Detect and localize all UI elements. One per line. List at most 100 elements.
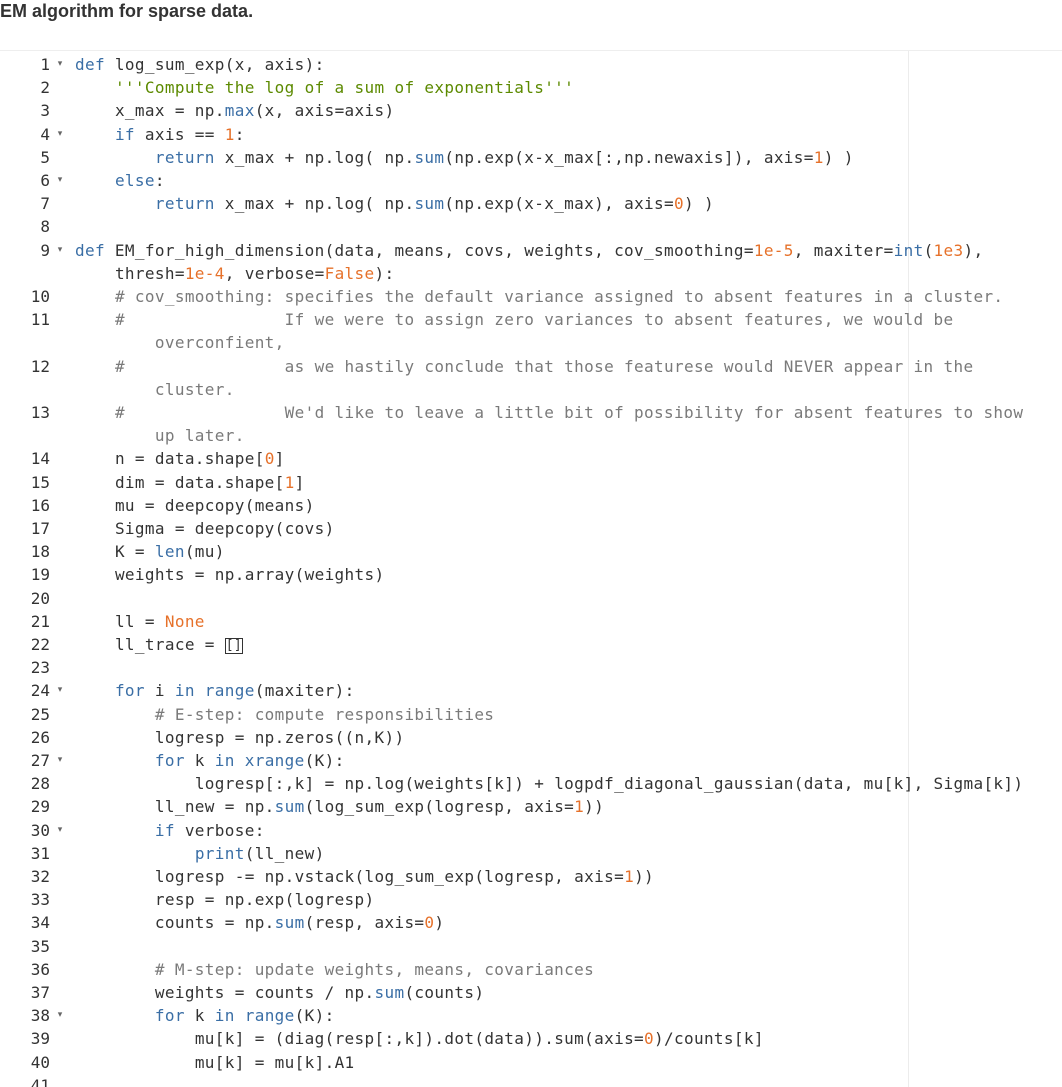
code-keyword: in bbox=[174, 681, 195, 701]
code-text: k bbox=[184, 751, 215, 770]
code-comment: # cov_smoothing: specifies the default v… bbox=[114, 287, 1004, 306]
code-text: Sigma = deepcopy(covs) bbox=[114, 519, 335, 538]
code-line[interactable]: resp = np.exp(logresp) bbox=[155, 888, 375, 911]
code-literal: False bbox=[324, 263, 375, 283]
code-comment: # M-step: update weights, means, covaria… bbox=[154, 959, 595, 979]
code-line[interactable]: logresp -= np.vstack(log_sum_exp(logresp… bbox=[155, 865, 654, 888]
code-line[interactable]: mu[k] = (diag(resp[:,k]).dot(data)).sum(… bbox=[195, 1027, 764, 1050]
page-title-text: EM algorithm for sparse data bbox=[0, 1, 249, 21]
code-line[interactable]: if axis == 1: bbox=[115, 123, 245, 146]
code-text: logresp[:,k] = np.log(weights[k]) + logp… bbox=[194, 774, 1024, 794]
code-line[interactable]: return x_max + np.log( np.sum(np.exp(x-x… bbox=[155, 146, 854, 169]
code-comment: # E-step: compute responsibilities bbox=[154, 704, 495, 724]
code-text: (K): bbox=[304, 751, 345, 770]
code-line[interactable]: logresp = np.zeros((n,K)) bbox=[155, 726, 405, 749]
code-line[interactable]: counts = np.sum(resp, axis=0) bbox=[155, 911, 445, 934]
code-line[interactable]: def EM_for_high_dimension(data, means, c… bbox=[75, 239, 983, 262]
line-number: 37 bbox=[30, 983, 50, 1002]
chevron-down-icon[interactable]: ▾ bbox=[54, 123, 66, 146]
code-line[interactable]: dim = data.shape[1] bbox=[115, 471, 305, 494]
code-line[interactable]: else: bbox=[115, 169, 165, 192]
code-line[interactable]: ll_new = np.sum(log_sum_exp(logresp, axi… bbox=[155, 795, 604, 818]
code-line[interactable]: # as we hastily conclude that those feat… bbox=[115, 355, 974, 378]
code-line[interactable]: # cov_smoothing: specifies the default v… bbox=[115, 285, 1003, 308]
code-line[interactable]: print(ll_new) bbox=[195, 842, 325, 865]
code-text: x_max + np.log( np. bbox=[214, 194, 415, 214]
code-line[interactable]: up later. bbox=[155, 424, 245, 447]
code-line[interactable]: weights = np.array(weights) bbox=[115, 563, 385, 586]
code-text: n = data.shape[ bbox=[114, 449, 265, 469]
code-line[interactable]: weights = counts / np.sum(counts) bbox=[155, 981, 484, 1004]
code-text: , verbose= bbox=[224, 263, 325, 283]
chevron-down-icon[interactable]: ▾ bbox=[54, 679, 66, 702]
code-literal: None bbox=[164, 611, 205, 631]
code-line[interactable]: Sigma = deepcopy(covs) bbox=[115, 517, 335, 540]
code-line[interactable]: def log_sum_exp(x, axis): bbox=[75, 53, 325, 76]
code-line[interactable]: thresh=1e-4, verbose=False): bbox=[115, 262, 395, 285]
code-line[interactable]: mu[k] = mu[k].A1 bbox=[195, 1051, 355, 1074]
code-text: log_sum_exp(x, axis): bbox=[104, 55, 325, 74]
line-number: 9 bbox=[40, 240, 50, 260]
code-line[interactable]: logresp[:,k] = np.log(weights[k]) + logp… bbox=[195, 772, 1024, 795]
code-line[interactable]: x_max = np.max(x, axis=axis) bbox=[115, 99, 395, 122]
line-number: 38 bbox=[30, 1006, 50, 1026]
page-title: EM algorithm for sparse data. bbox=[0, 0, 253, 24]
code-text: (log_sum_exp(logresp, axis= bbox=[304, 797, 575, 817]
code-builtin: range bbox=[244, 1006, 295, 1026]
code-text: ( bbox=[923, 240, 934, 260]
code-text: , maxiter= bbox=[793, 240, 894, 260]
code-keyword: for bbox=[154, 1006, 185, 1026]
line-number: 39 bbox=[30, 1029, 50, 1049]
code-builtin: xrange bbox=[244, 751, 305, 770]
code-line[interactable]: cluster. bbox=[155, 378, 235, 401]
chevron-down-icon[interactable]: ▾ bbox=[54, 239, 66, 262]
chevron-down-icon[interactable]: ▾ bbox=[54, 53, 66, 76]
code-text: x_max + np.log( np. bbox=[214, 147, 415, 167]
line-number: 30 bbox=[30, 820, 50, 840]
code-line[interactable]: # E-step: compute responsibilities bbox=[155, 703, 494, 726]
code-line[interactable]: for k in range(K): bbox=[155, 1004, 335, 1027]
code-text: (resp, axis= bbox=[304, 913, 425, 933]
code-text: thresh= bbox=[114, 263, 185, 283]
code-line[interactable]: '''Compute the log of a sum of exponenti… bbox=[115, 76, 574, 99]
code-line[interactable]: for k in xrange(K): bbox=[155, 749, 345, 772]
code-literal: 0 bbox=[644, 1029, 655, 1049]
chevron-down-icon[interactable]: ▾ bbox=[54, 749, 66, 772]
code-line[interactable]: mu = deepcopy(means) bbox=[115, 494, 315, 517]
chevron-down-icon[interactable]: ▾ bbox=[54, 819, 66, 842]
code-keyword: if bbox=[114, 124, 135, 144]
code-line[interactable]: ll = None bbox=[115, 610, 205, 633]
code-line[interactable]: if verbose: bbox=[155, 819, 265, 842]
code-text: ll = bbox=[114, 611, 165, 631]
line-number: 40 bbox=[30, 1052, 50, 1072]
code-text: dim = data.shape[ bbox=[114, 472, 285, 492]
code-line[interactable]: n = data.shape[0] bbox=[115, 447, 285, 470]
code-text: )) bbox=[584, 797, 605, 817]
code-builtin: range bbox=[204, 681, 255, 701]
code-line[interactable]: # If we were to assign zero variances to… bbox=[115, 308, 954, 331]
code-line[interactable]: # M-step: update weights, means, covaria… bbox=[155, 958, 594, 981]
line-number: 35 bbox=[30, 936, 50, 956]
chevron-down-icon[interactable]: ▾ bbox=[54, 1004, 66, 1027]
line-number: 28 bbox=[30, 774, 50, 794]
code-text: weights = counts / np. bbox=[154, 983, 375, 1002]
code-text: (x, axis=axis) bbox=[254, 101, 395, 121]
line-number: 1 bbox=[40, 55, 50, 74]
code-line[interactable]: K = len(mu) bbox=[115, 540, 225, 563]
code-text: ) ) bbox=[823, 147, 854, 167]
code-text: (mu) bbox=[184, 542, 225, 562]
line-number: 21 bbox=[30, 611, 50, 631]
code-text: weights = np.array(weights) bbox=[114, 565, 385, 585]
code-editor[interactable]: 1 ▾ 2 3 4 ▾ 5 6 ▾ 7 8 9 ▾ 10 11 12 13 14 15 16 17 18 19 20 21 22 2… bbox=[0, 51, 1062, 1087]
chevron-down-icon[interactable]: ▾ bbox=[54, 169, 66, 192]
code-text: (ll_new) bbox=[244, 843, 325, 863]
code-line[interactable]: # We'd like to leave a little bit of pos… bbox=[115, 401, 1023, 424]
code-line[interactable]: return x_max + np.log( np.sum(np.exp(x-x… bbox=[155, 192, 714, 215]
code-text: verbose: bbox=[174, 820, 265, 840]
code-line[interactable]: for i in range(maxiter): bbox=[115, 679, 355, 702]
line-number: 14 bbox=[30, 449, 50, 469]
code-line[interactable]: ll_trace = [] bbox=[115, 633, 244, 656]
code-text: mu[k] = mu[k].A1 bbox=[194, 1052, 355, 1072]
code-comment: overconfient, bbox=[154, 333, 285, 353]
code-line[interactable]: overconfient, bbox=[155, 331, 285, 354]
